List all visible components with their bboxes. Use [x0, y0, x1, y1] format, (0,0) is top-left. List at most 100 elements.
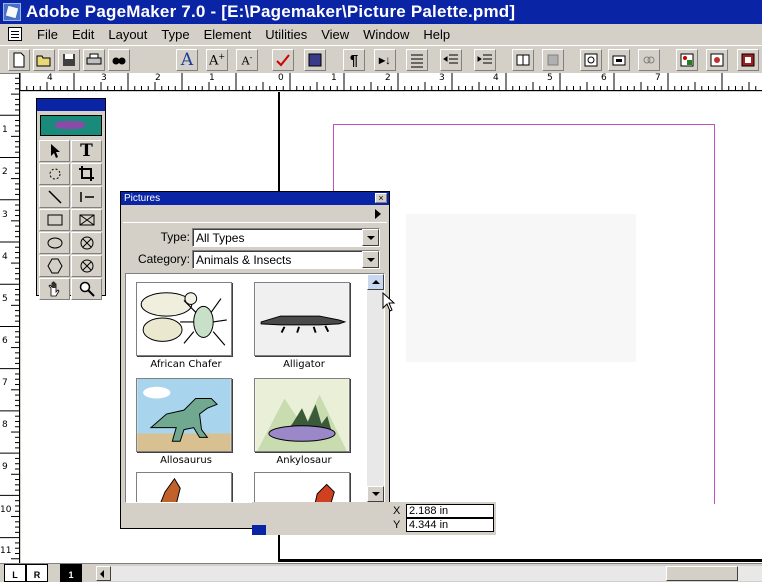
ruler-label: 9	[2, 462, 8, 472]
pointer-tool-icon[interactable]	[39, 140, 70, 162]
african-chafer-image	[140, 292, 227, 346]
ellipse-frame-tool-icon[interactable]	[71, 232, 102, 254]
pictures-palette-title-bar[interactable]: Pictures ×	[121, 192, 389, 205]
polygon-tool-icon[interactable]	[39, 255, 70, 277]
rotate-tool-icon[interactable]	[39, 163, 70, 185]
menu-layout[interactable]: Layout	[101, 27, 154, 42]
polygon-frame-tool-icon[interactable]	[71, 255, 102, 277]
toolbox-title-bar[interactable]	[37, 99, 105, 111]
ruler-label: 3	[2, 210, 8, 220]
ruler-label: 7	[2, 378, 8, 388]
right-master-page-icon[interactable]: R	[26, 564, 48, 582]
horizontal-scrollbar[interactable]	[96, 566, 762, 581]
rectangle-frame-tool-icon[interactable]	[71, 209, 102, 231]
partial-image	[314, 483, 335, 502]
gallery-item-partial[interactable]	[254, 472, 350, 502]
constrained-line-tool-icon[interactable]	[71, 186, 102, 208]
ruler-label: 7	[655, 73, 661, 83]
gallery-caption: Ankylosaur	[276, 455, 332, 466]
fill-icon[interactable]	[304, 49, 326, 71]
alligator-image	[255, 283, 349, 355]
menu-type[interactable]: Type	[154, 27, 196, 42]
line-tool-icon[interactable]	[39, 186, 70, 208]
open-icon[interactable]	[33, 49, 55, 71]
spellcheck-icon[interactable]	[272, 49, 294, 71]
scroll-left-icon[interactable]	[96, 566, 111, 581]
placeholder-frame	[406, 214, 636, 362]
left-master-page-icon[interactable]: L	[4, 564, 26, 582]
menu-help[interactable]: Help	[416, 27, 457, 42]
menu-element[interactable]: Element	[197, 27, 259, 42]
paragraph-icon[interactable]: ¶	[343, 49, 365, 71]
category-select[interactable]: Animals & Insects	[192, 250, 380, 269]
control-palette-handle[interactable]	[252, 525, 266, 535]
horizontal-ruler[interactable]: 4 3 2 1 0 1 2 3 4 5 6 7	[20, 73, 762, 91]
scrollbar-thumb[interactable]	[666, 566, 738, 581]
gallery-item-allosaurus[interactable]	[136, 378, 232, 452]
menu-bar: File Edit Layout Type Element Utilities …	[0, 24, 762, 44]
y-position-field[interactable]: 4.344 in	[406, 518, 494, 532]
pagemaker-app-icon[interactable]	[3, 3, 21, 21]
scroll-down-icon[interactable]	[367, 486, 384, 502]
chevron-down-icon[interactable]	[362, 251, 379, 268]
increase-font-icon[interactable]: A+	[206, 49, 228, 71]
decrease-font-icon[interactable]: A-	[236, 49, 258, 71]
frame-icon[interactable]	[580, 49, 602, 71]
menu-utilities[interactable]: Utilities	[258, 27, 314, 42]
zoom-tool-icon[interactable]	[71, 278, 102, 300]
gallery-item-ankylosaur[interactable]	[254, 378, 350, 452]
styles-icon[interactable]	[512, 49, 534, 71]
menu-window[interactable]: Window	[356, 27, 416, 42]
find-icon[interactable]	[108, 49, 130, 71]
ruler-ticks	[20, 73, 757, 90]
ruler-label: 3	[101, 73, 107, 83]
type-select[interactable]: All Types	[192, 228, 380, 247]
text-tool-icon[interactable]: T	[71, 140, 102, 162]
ruler-label: 0	[278, 73, 284, 83]
indent-icon[interactable]	[440, 49, 462, 71]
place-icon[interactable]: ▸↓	[374, 49, 396, 71]
scripts-icon[interactable]	[676, 49, 698, 71]
palette-menu-arrow-icon[interactable]	[372, 208, 384, 220]
close-icon[interactable]: ×	[375, 193, 387, 203]
scroll-up-icon[interactable]	[367, 274, 384, 290]
hand-tool-icon[interactable]	[39, 278, 70, 300]
outdent-icon[interactable]	[474, 49, 496, 71]
print-icon[interactable]	[83, 49, 105, 71]
menu-edit[interactable]: Edit	[65, 27, 101, 42]
ruler-label: 1	[331, 73, 337, 83]
rectangle-tool-icon[interactable]	[39, 209, 70, 231]
vertical-ruler[interactable]: 1 2 3 4 5 6 7 8 9 10 11	[0, 73, 20, 563]
chevron-down-icon[interactable]	[362, 229, 379, 246]
page-1-icon[interactable]: 1	[60, 564, 82, 582]
pictures-palette-title: Pictures	[124, 193, 161, 204]
save-icon[interactable]	[58, 49, 80, 71]
gallery-item-partial[interactable]	[136, 472, 232, 502]
menu-file[interactable]: File	[30, 27, 65, 42]
ruler-label: 6	[601, 73, 607, 83]
picture-gallery: African Chafer Alligator Allosaurus Anky…	[125, 273, 385, 503]
pictures-icon[interactable]	[706, 49, 728, 71]
menu-view[interactable]: View	[314, 27, 356, 42]
crop-tool-icon[interactable]	[71, 163, 102, 185]
new-icon[interactable]	[8, 49, 30, 71]
bullets-icon[interactable]	[406, 49, 428, 71]
ruler-label: 5	[2, 294, 8, 304]
gallery-item-alligator[interactable]	[254, 282, 350, 356]
toolbox-palette: T	[36, 98, 106, 300]
document-menu-icon[interactable]	[8, 27, 22, 41]
title-bar: Adobe PageMaker 7.0 - [E:\Pagemaker\Pict…	[0, 0, 762, 24]
layers-icon[interactable]	[608, 49, 630, 71]
type-select-value: All Types	[196, 231, 245, 245]
font-icon[interactable]: A	[176, 49, 198, 71]
x-position-field[interactable]: 2.188 in	[406, 504, 494, 518]
ellipse-tool-icon[interactable]	[39, 232, 70, 254]
colors-icon[interactable]	[542, 49, 564, 71]
gallery-item-african-chafer[interactable]	[136, 282, 232, 356]
gallery-caption: African Chafer	[150, 359, 222, 370]
mouse-cursor-icon	[382, 292, 396, 312]
links-icon[interactable]	[638, 49, 660, 71]
category-label: Category:	[137, 252, 190, 266]
allosaurus-image	[137, 379, 231, 451]
quit-icon[interactable]	[737, 49, 759, 71]
